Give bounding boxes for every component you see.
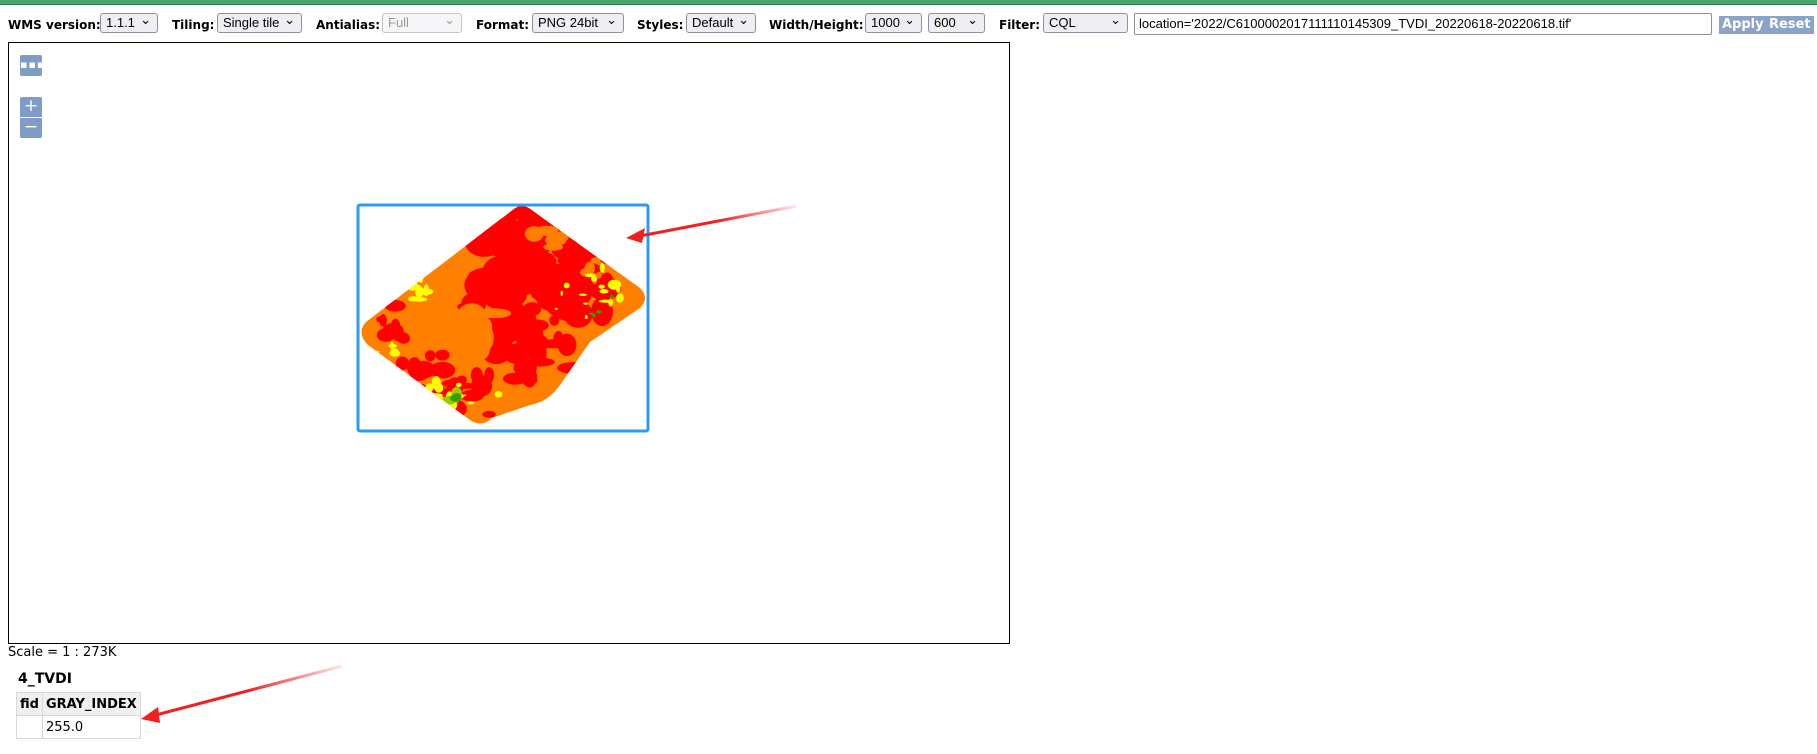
map-toolbar: WMS version: 1.1.1 Tiling: Single tile A… [0, 12, 1817, 38]
map-viewport[interactable]: ▪▪▪ + − [8, 42, 1010, 644]
more-options-button[interactable]: ▪▪▪ [20, 55, 46, 76]
styles-value: Default [692, 15, 734, 30]
format-label: Format: [476, 18, 530, 32]
zoom-in-button[interactable]: + [20, 97, 42, 117]
cell-fid [16, 715, 43, 739]
column-header-fid: fid [16, 692, 43, 716]
width-select[interactable]: 1000 [865, 13, 922, 33]
tiling-value: Single tile [223, 15, 280, 30]
wms-version-value: 1.1.1 [106, 15, 135, 30]
chevron-down-icon [140, 16, 151, 32]
antialias-value: Full [388, 15, 409, 30]
antialias-select[interactable]: Full [382, 13, 462, 33]
width-height-label: Width/Height: [769, 18, 864, 32]
table-row: 255.0 [16, 715, 141, 739]
plus-icon: + [23, 96, 39, 116]
chevron-down-icon [967, 16, 978, 32]
more-icon: ▪▪▪ [20, 58, 46, 71]
zoom-out-button[interactable]: − [20, 118, 42, 138]
table-header-row: fid GRAY_INDEX [16, 692, 141, 716]
wms-version-select[interactable]: 1.1.1 [100, 13, 158, 33]
tiling-select[interactable]: Single tile [217, 13, 302, 33]
height-select[interactable]: 600 [928, 13, 985, 33]
format-value: PNG 24bit [538, 15, 598, 30]
filter-type-select[interactable]: CQL [1043, 13, 1128, 33]
scale-readout: Scale = 1 : 273K [8, 645, 117, 660]
feature-info-layer-title: 4_TVDI [18, 671, 72, 687]
filter-type-value: CQL [1049, 15, 1076, 30]
feature-info-table: fid GRAY_INDEX 255.0 [16, 692, 141, 739]
chevron-down-icon [606, 16, 617, 32]
width-value: 1000 [871, 15, 900, 30]
cell-gray-index: 255.0 [41, 715, 141, 739]
chevron-down-icon [738, 16, 749, 32]
tiling-label: Tiling: [172, 18, 215, 32]
antialias-label: Antialias: [316, 18, 381, 32]
chevron-down-icon [444, 16, 455, 32]
chevron-down-icon [284, 16, 295, 32]
styles-label: Styles: [637, 18, 684, 32]
chevron-down-icon [904, 16, 915, 32]
apply-button[interactable]: Apply [1719, 16, 1767, 34]
annotation-arrow-table [141, 664, 343, 723]
height-value: 600 [934, 15, 956, 30]
wms-version-label: WMS version: [8, 18, 101, 32]
reset-button[interactable]: Reset [1766, 16, 1814, 34]
styles-select[interactable]: Default [686, 13, 756, 33]
top-accent-bar [0, 0, 1817, 5]
filter-label: Filter: [999, 18, 1041, 32]
format-select[interactable]: PNG 24bit [532, 13, 624, 33]
chevron-down-icon [1110, 16, 1121, 32]
filter-input[interactable]: location='2022/C6100002017111110145309_T… [1134, 13, 1712, 35]
column-header-gray-index: GRAY_INDEX [41, 692, 141, 716]
minus-icon: − [23, 117, 39, 137]
